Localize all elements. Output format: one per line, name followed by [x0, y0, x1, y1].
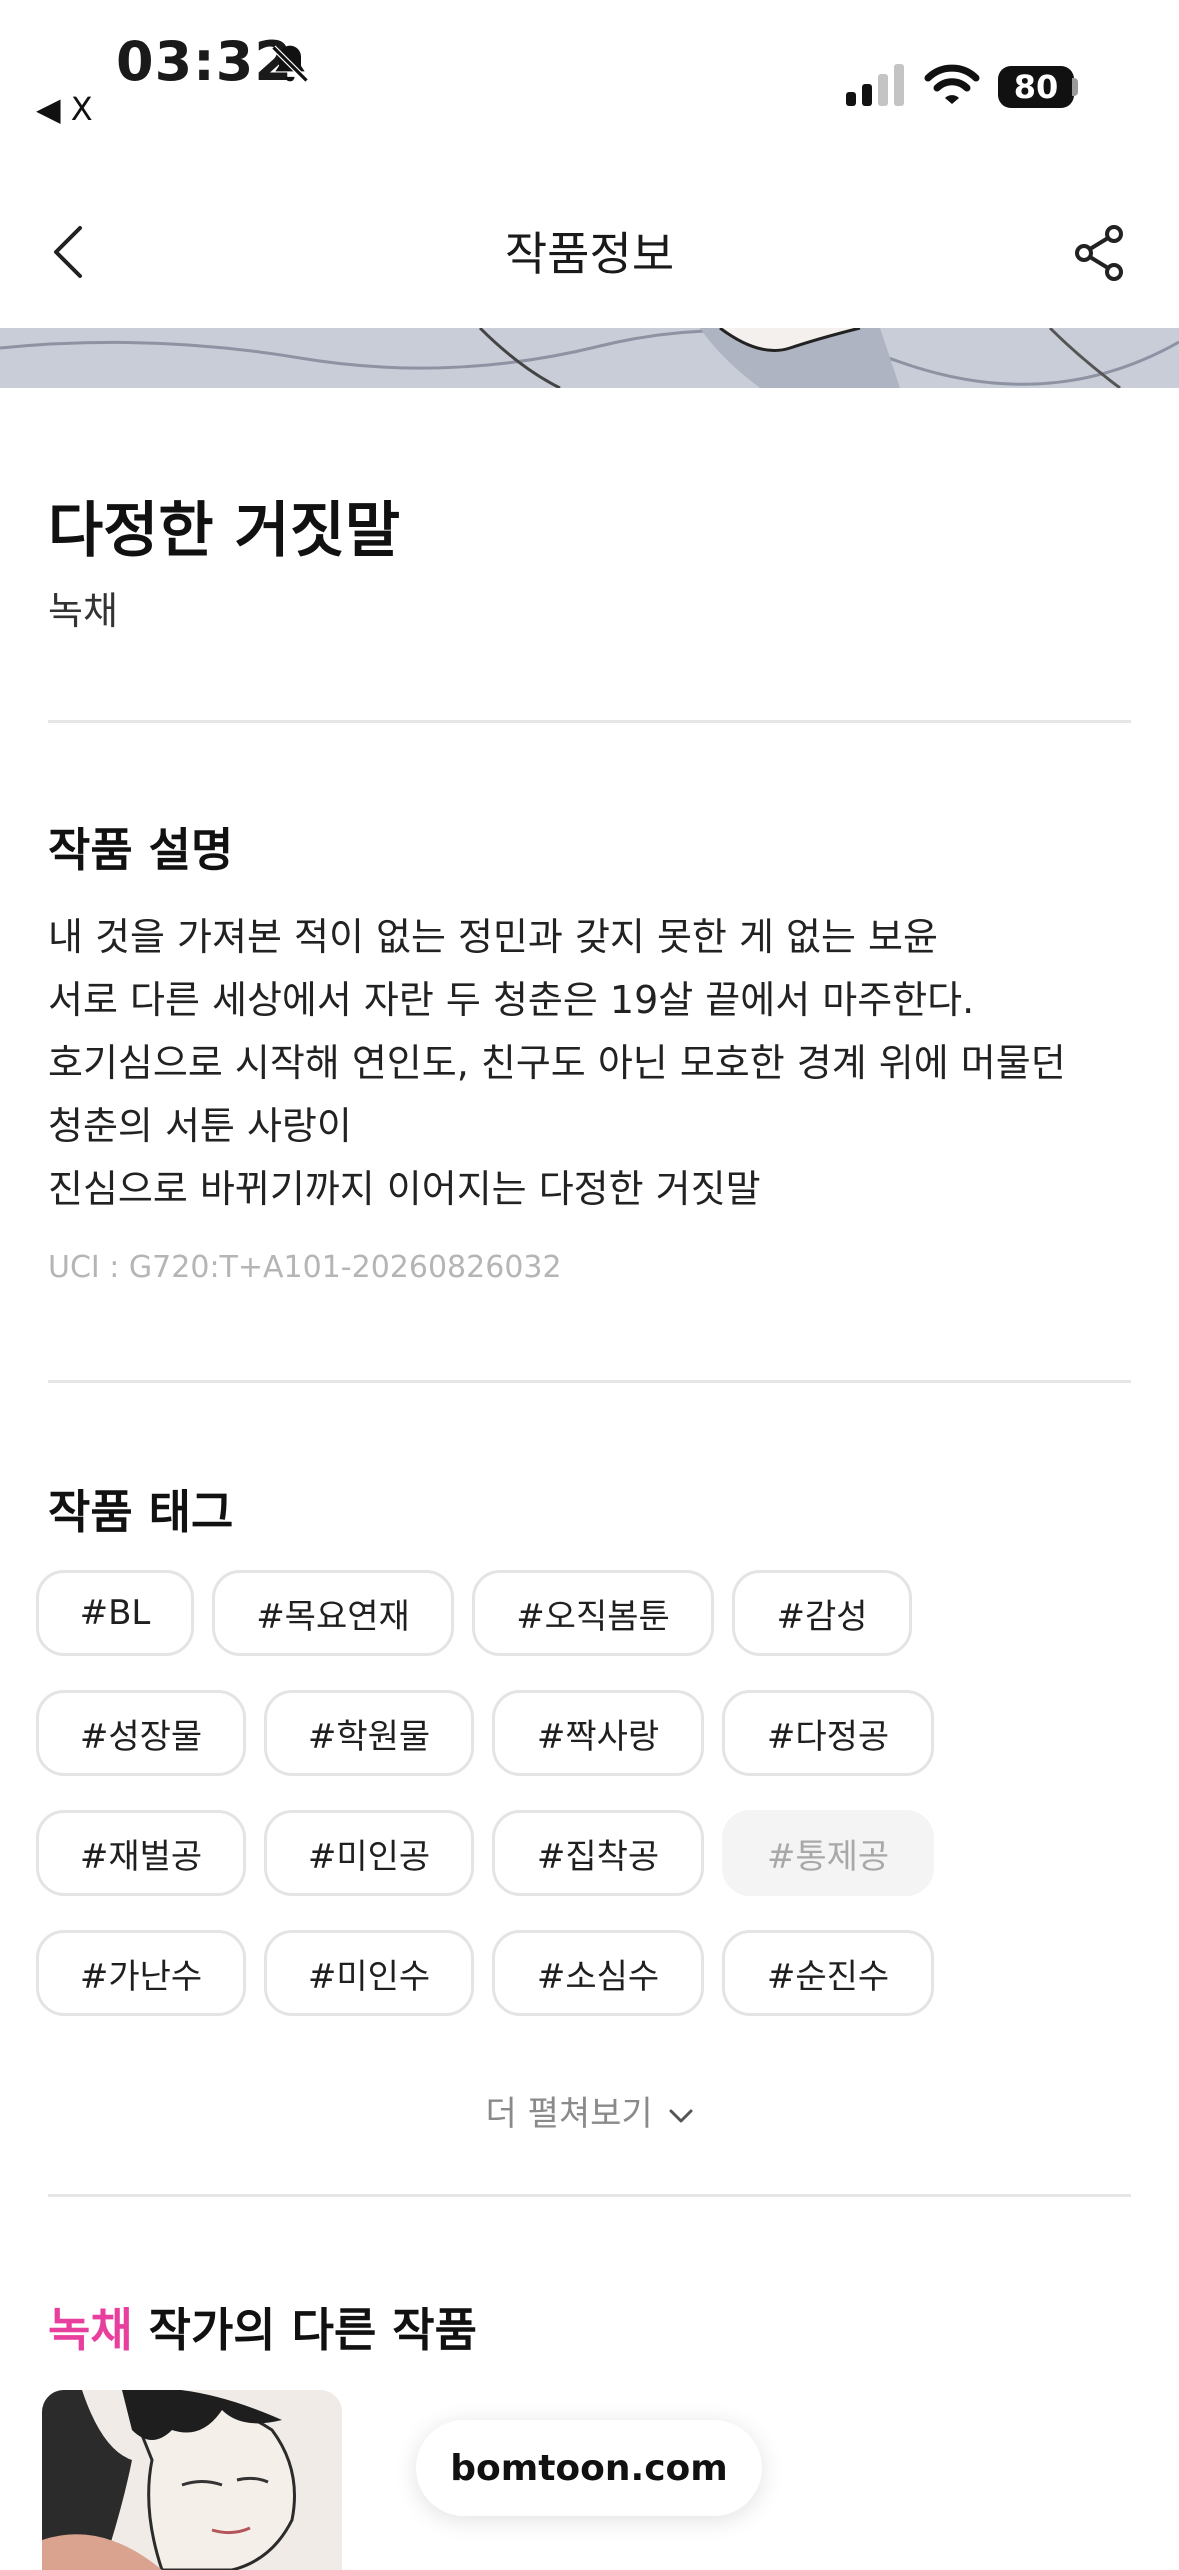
cellular-signal-icon: [846, 64, 904, 106]
description-line: 진심으로 바뀌기까지 이어지는 다정한 거짓말: [48, 1167, 761, 1211]
description-line: 서로 다른 세상에서 자란 두 청춘은 19살 끝에서 마주한다.: [48, 978, 975, 1022]
description-text: 내 것을 가져본 적이 없는 정민과 갖지 못한 게 없는 보윤 서로 다른 세…: [48, 906, 1148, 1221]
expand-tags-label: 더 펼쳐보기: [485, 2094, 653, 2134]
status-time: 03:32: [116, 30, 293, 93]
tag-chip[interactable]: #재벌공: [36, 1810, 246, 1896]
tag-chip[interactable]: #목요연재: [212, 1570, 454, 1656]
tag-chip-disabled: #통제공: [722, 1810, 934, 1896]
tag-chip[interactable]: #성장물: [36, 1690, 246, 1776]
wifi-icon: [924, 64, 980, 104]
browser-domain-pill[interactable]: bomtoon.com: [416, 2420, 762, 2516]
work-title: 다정한 거짓말: [48, 496, 401, 566]
other-work-thumbnail[interactable]: [42, 2390, 342, 2570]
tag-chip[interactable]: #다정공: [722, 1690, 934, 1776]
tag-chip[interactable]: #오직봄툰: [472, 1570, 714, 1656]
tag-chip[interactable]: #순진수: [722, 1930, 934, 2016]
tag-chip[interactable]: #가난수: [36, 1930, 246, 2016]
battery-cap: [1072, 78, 1078, 96]
divider: [48, 2194, 1131, 2197]
tag-chip[interactable]: #BL: [36, 1570, 194, 1656]
tag-chip[interactable]: #소심수: [492, 1930, 704, 2016]
tag-chip[interactable]: #학원물: [264, 1690, 474, 1776]
battery-indicator: 80: [998, 66, 1074, 108]
other-works-heading-text: 작가의 다른 작품: [132, 2303, 477, 2357]
back-to-app-link[interactable]: ◀ X: [36, 90, 93, 128]
tag-chip[interactable]: #미인수: [264, 1930, 474, 2016]
description-line: 내 것을 가져본 적이 없는 정민과 갖지 못한 게 없는 보윤: [48, 915, 938, 959]
description-line: 호기심으로 시작해 연인도, 친구도 아닌 모호한 경계 위에 머물던: [48, 1041, 1066, 1085]
chevron-down-icon: [669, 2109, 693, 2122]
share-icon[interactable]: [1072, 224, 1126, 282]
tag-chip[interactable]: #미인공: [264, 1810, 474, 1896]
page-title: 작품정보: [504, 227, 675, 281]
tag-chip[interactable]: #집착공: [492, 1810, 704, 1896]
description-heading: 작품 설명: [48, 823, 234, 877]
other-works-heading: 녹채 작가의 다른 작품: [48, 2294, 477, 2360]
divider: [48, 720, 1131, 723]
tag-chip[interactable]: #짝사랑: [492, 1690, 704, 1776]
tag-chip[interactable]: #감성: [732, 1570, 912, 1656]
uci-code: UCI : G720:T+A101-20260826032: [48, 1250, 562, 1285]
cover-image-banner: [0, 328, 1179, 388]
description-line: 청춘의 서툰 사랑이: [48, 1104, 352, 1148]
tags-heading: 작품 태그: [48, 1485, 234, 1539]
divider: [48, 1380, 1131, 1383]
expand-tags-button[interactable]: 더 펼쳐보기: [0, 2086, 1179, 2135]
other-works-author[interactable]: 녹채: [48, 2303, 133, 2357]
bell-off-icon: [271, 45, 309, 83]
author-name[interactable]: 녹채: [48, 580, 118, 635]
